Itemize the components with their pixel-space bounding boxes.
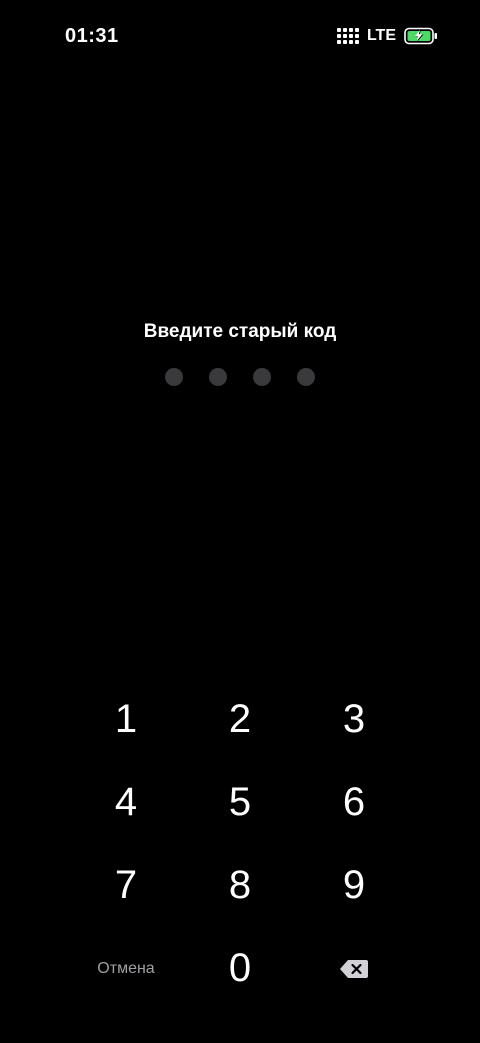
key-2[interactable]: 2 (183, 678, 297, 761)
delete-button[interactable] (297, 927, 411, 1010)
key-6[interactable]: 6 (297, 761, 411, 844)
key-7[interactable]: 7 (69, 844, 183, 927)
key-4[interactable]: 4 (69, 761, 183, 844)
passcode-dot (253, 368, 271, 386)
passcode-dot (297, 368, 315, 386)
signal-icon (336, 28, 359, 44)
battery-charging-icon (404, 27, 437, 45)
key-1[interactable]: 1 (69, 678, 183, 761)
backspace-icon (340, 959, 368, 978)
numeric-keypad: 1 2 3 4 5 6 7 8 9 Отмена 0 (69, 678, 409, 1010)
cancel-button[interactable]: Отмена (69, 927, 183, 1010)
key-9[interactable]: 9 (297, 844, 411, 927)
key-8[interactable]: 8 (183, 844, 297, 927)
passcode-dots (0, 368, 480, 386)
key-5[interactable]: 5 (183, 761, 297, 844)
status-icons: LTE (336, 26, 438, 46)
network-type-label: LTE (366, 27, 396, 44)
passcode-prompt-title: Введите старый код (143, 321, 337, 342)
status-time: 01:31 (65, 25, 119, 47)
status-bar: 01:31 LTE (0, 0, 480, 72)
key-3[interactable]: 3 (297, 678, 411, 761)
key-0[interactable]: 0 (183, 927, 297, 1010)
passcode-dot (209, 368, 227, 386)
passcode-dot (165, 368, 183, 386)
